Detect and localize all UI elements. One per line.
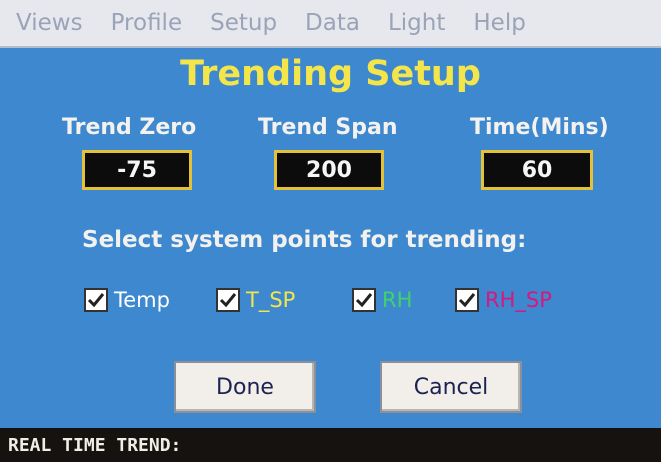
checkbox-temp[interactable]: Temp — [84, 287, 170, 313]
menu-bar: Views Profile Setup Data Light Help — [0, 0, 661, 48]
checkmark-icon — [352, 288, 376, 312]
menu-views[interactable]: Views — [16, 10, 83, 36]
menu-help[interactable]: Help — [473, 10, 525, 36]
trending-setup-screen: Views Profile Setup Data Light Help Tren… — [0, 0, 661, 462]
menu-data[interactable]: Data — [305, 10, 360, 36]
status-footer: REAL TIME TREND: — [0, 428, 661, 462]
checkmark-icon — [84, 288, 108, 312]
time-mins-label: Time(Mins) — [470, 115, 609, 140]
done-button[interactable]: Done — [174, 361, 316, 413]
menu-profile[interactable]: Profile — [111, 10, 183, 36]
checkbox-label-t-sp: T_SP — [246, 288, 296, 312]
menu-setup[interactable]: Setup — [210, 10, 277, 36]
checkbox-rh[interactable]: RH — [352, 287, 412, 313]
trend-span-field[interactable]: 200 — [274, 150, 384, 190]
time-mins-field[interactable]: 60 — [481, 150, 593, 190]
cancel-button[interactable]: Cancel — [380, 361, 522, 413]
page-title: Trending Setup — [180, 54, 481, 94]
trend-zero-label: Trend Zero — [62, 115, 197, 140]
footer-label: REAL TIME TREND: — [8, 434, 182, 456]
checkmark-icon — [216, 288, 240, 312]
trend-zero-field[interactable]: -75 — [82, 150, 192, 190]
checkbox-label-rh: RH — [382, 288, 413, 312]
trend-span-label: Trend Span — [258, 115, 398, 140]
select-points-label: Select system points for trending: — [82, 227, 527, 253]
checkbox-t-sp[interactable]: T_SP — [216, 287, 295, 313]
checkbox-rh-sp[interactable]: RH_SP — [455, 287, 552, 313]
checkbox-label-rh-sp: RH_SP — [485, 288, 552, 312]
checkbox-label-temp: Temp — [114, 288, 170, 312]
checkmark-icon — [455, 288, 479, 312]
menu-light[interactable]: Light — [388, 10, 445, 36]
